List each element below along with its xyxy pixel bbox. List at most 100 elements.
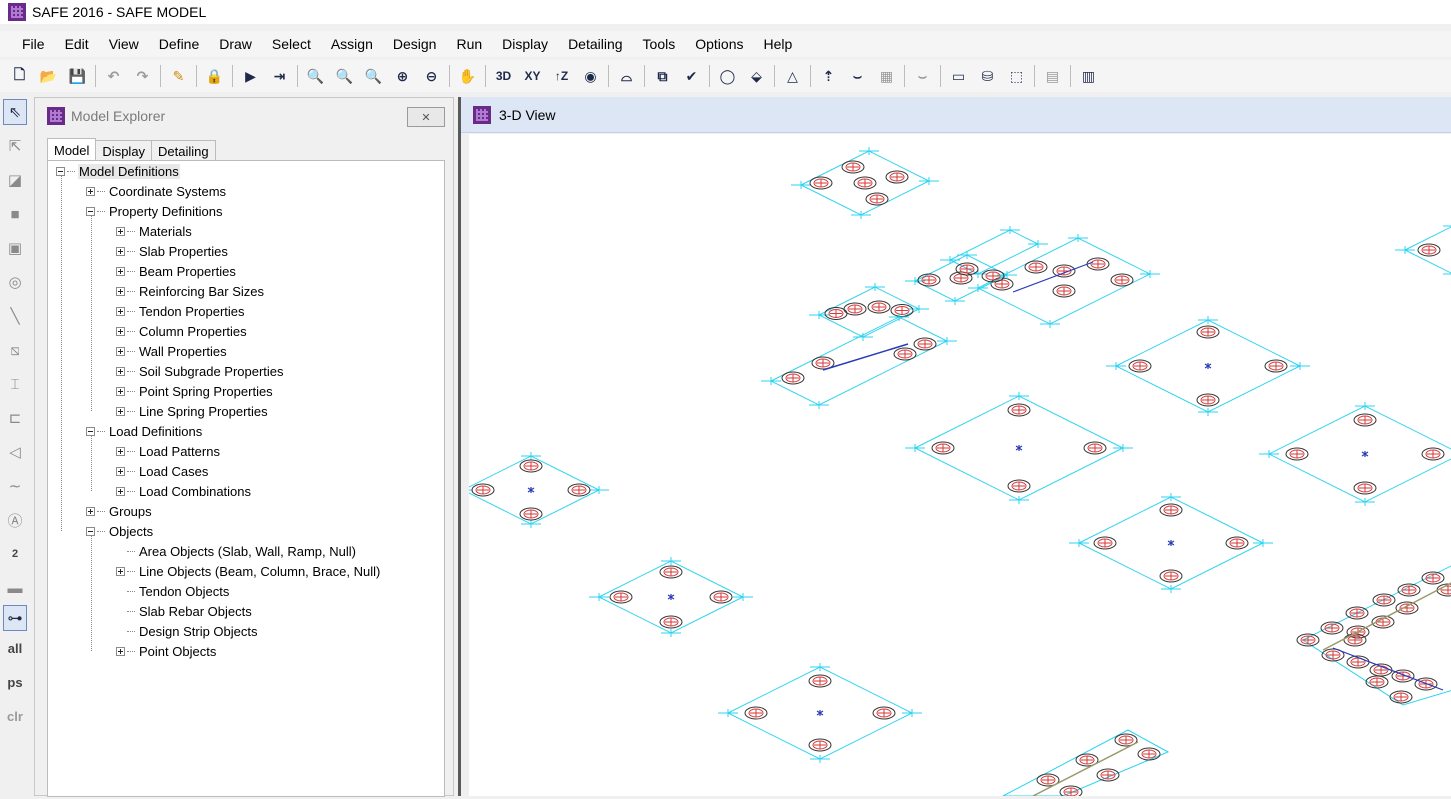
collapse-icon[interactable]: [86, 426, 95, 436]
menu-define[interactable]: Define: [150, 36, 210, 52]
tree-node[interactable]: Load Definitions: [86, 421, 203, 441]
contour-icon[interactable]: ▦: [873, 63, 900, 89]
tree-node[interactable]: Column Properties: [116, 321, 248, 341]
pile-cap[interactable]: [1069, 493, 1273, 593]
menu-design[interactable]: Design: [384, 36, 448, 52]
pile-cap[interactable]: [968, 234, 1160, 328]
strip-footing[interactable]: [1296, 565, 1451, 706]
tab-display[interactable]: Display: [95, 140, 153, 161]
pile-cap[interactable]: [1106, 316, 1310, 416]
expand-icon[interactable]: [86, 186, 95, 196]
tree-node[interactable]: Groups: [86, 501, 153, 521]
expand-icon[interactable]: [116, 266, 125, 276]
zoom-in-icon[interactable]: ⊕: [389, 63, 416, 89]
zoom-out-icon[interactable]: ⊖: [418, 63, 445, 89]
collapse-icon[interactable]: [86, 206, 95, 216]
pile-cap[interactable]: [905, 251, 1017, 305]
pile-cap[interactable]: [1259, 402, 1451, 506]
menu-draw[interactable]: Draw: [210, 36, 263, 52]
tree-node[interactable]: Point Spring Properties: [116, 381, 274, 401]
draw-line-icon[interactable]: ╲: [3, 299, 27, 333]
tree-node[interactable]: Materials: [116, 221, 193, 241]
model-drawing[interactable]: [453, 134, 1451, 799]
expand-icon[interactable]: [116, 306, 125, 316]
tree-node[interactable]: Slab Properties: [116, 241, 229, 261]
reaction-icon[interactable]: ⇡: [815, 63, 842, 89]
tree-node[interactable]: Point Objects: [116, 641, 217, 661]
tree-node[interactable]: Property Definitions: [86, 201, 223, 221]
tree-node[interactable]: Wall Properties: [116, 341, 228, 361]
tree-node[interactable]: Load Cases: [116, 461, 209, 481]
new-file-icon[interactable]: 🗋: [6, 63, 33, 89]
pile-cap[interactable]: [905, 392, 1133, 504]
tab-detailing[interactable]: Detailing: [151, 140, 216, 161]
tree-node[interactable]: Tendon Objects: [116, 581, 230, 601]
expand-icon[interactable]: [116, 346, 125, 356]
load-icon[interactable]: ⬙: [743, 63, 770, 89]
draw-pile-icon[interactable]: ◎: [3, 265, 27, 299]
tree-node[interactable]: Tendon Properties: [116, 301, 246, 321]
expand-icon[interactable]: [116, 566, 125, 576]
menu-select[interactable]: Select: [263, 36, 322, 52]
grid-icon[interactable]: ▤: [1039, 63, 1066, 89]
menu-run[interactable]: Run: [447, 36, 493, 52]
view-3d-button[interactable]: 3D: [490, 63, 517, 89]
tree-node[interactable]: Model Definitions: [56, 161, 180, 181]
pile-cap[interactable]: [791, 147, 939, 219]
rebar-icon[interactable]: ▭: [945, 63, 972, 89]
triangle-icon[interactable]: △: [779, 63, 806, 89]
strip-footing[interactable]: [1002, 729, 1170, 799]
menu-view[interactable]: View: [100, 36, 150, 52]
run-icon[interactable]: ▶: [237, 63, 264, 89]
expand-icon[interactable]: [116, 646, 125, 656]
menu-detailing[interactable]: Detailing: [559, 36, 633, 52]
collapse-icon[interactable]: [86, 526, 95, 536]
run-analysis-icon[interactable]: ⇥: [266, 63, 293, 89]
reshape-icon[interactable]: ⇱: [3, 129, 27, 163]
pan-icon[interactable]: ✋: [454, 63, 481, 89]
draw-wall-icon[interactable]: ⌶: [3, 367, 27, 401]
draw-strip-icon[interactable]: ⊏: [3, 401, 27, 435]
zoom-restore-icon[interactable]: 🔍: [331, 63, 358, 89]
tree-node[interactable]: Objects: [86, 521, 154, 541]
expand-icon[interactable]: [116, 366, 125, 376]
tree-node[interactable]: Slab Rebar Objects: [116, 601, 253, 621]
perspective-icon[interactable]: ⌓: [613, 63, 640, 89]
lock-icon[interactable]: 🔒: [201, 63, 228, 89]
close-explorer-button[interactable]: ✕: [407, 107, 445, 127]
circle-icon[interactable]: ◯: [714, 63, 741, 89]
expand-icon[interactable]: [116, 226, 125, 236]
deformed-shape-icon[interactable]: ⌣: [844, 63, 871, 89]
strip-icon[interactable]: ⌣: [909, 63, 936, 89]
draw-rebar-icon[interactable]: ▬: [3, 571, 27, 605]
check-icon[interactable]: ✔: [678, 63, 705, 89]
save-icon[interactable]: 💾: [64, 63, 91, 89]
expand-icon[interactable]: [116, 466, 125, 476]
menu-file[interactable]: File: [13, 36, 56, 52]
pencil-icon[interactable]: ✎: [165, 63, 192, 89]
expand-icon[interactable]: [116, 286, 125, 296]
draw-area-icon[interactable]: ◪: [3, 163, 27, 197]
pile-cap[interactable]: [1395, 222, 1451, 278]
expand-icon[interactable]: [86, 506, 95, 516]
dimension-button[interactable]: 2: [3, 537, 27, 571]
previous-selection-button[interactable]: ps: [3, 665, 27, 699]
rotate-view-icon[interactable]: ◉: [577, 63, 604, 89]
expand-icon[interactable]: [116, 326, 125, 336]
tree-node[interactable]: Beam Properties: [116, 261, 237, 281]
tree-node[interactable]: Line Objects (Beam, Column, Brace, Null): [116, 561, 381, 581]
select-all-button[interactable]: all: [3, 631, 27, 665]
zoom-window-icon[interactable]: 🔍: [302, 63, 329, 89]
redo-icon[interactable]: ↷: [129, 63, 156, 89]
tree-node[interactable]: Reinforcing Bar Sizes: [116, 281, 265, 301]
tree-node[interactable]: Load Patterns: [116, 441, 221, 461]
section-cut-icon[interactable]: ⬚: [1003, 63, 1030, 89]
detail-icon[interactable]: ⛁: [974, 63, 1001, 89]
menu-tools[interactable]: Tools: [634, 36, 687, 52]
view-z-button[interactable]: ↑Z: [548, 63, 575, 89]
tree-node[interactable]: Coordinate Systems: [86, 181, 227, 201]
menu-assign[interactable]: Assign: [322, 36, 384, 52]
tree-node[interactable]: Area Objects (Slab, Wall, Ramp, Null): [116, 541, 357, 561]
menu-edit[interactable]: Edit: [56, 36, 100, 52]
pile-cap[interactable]: [453, 452, 609, 528]
